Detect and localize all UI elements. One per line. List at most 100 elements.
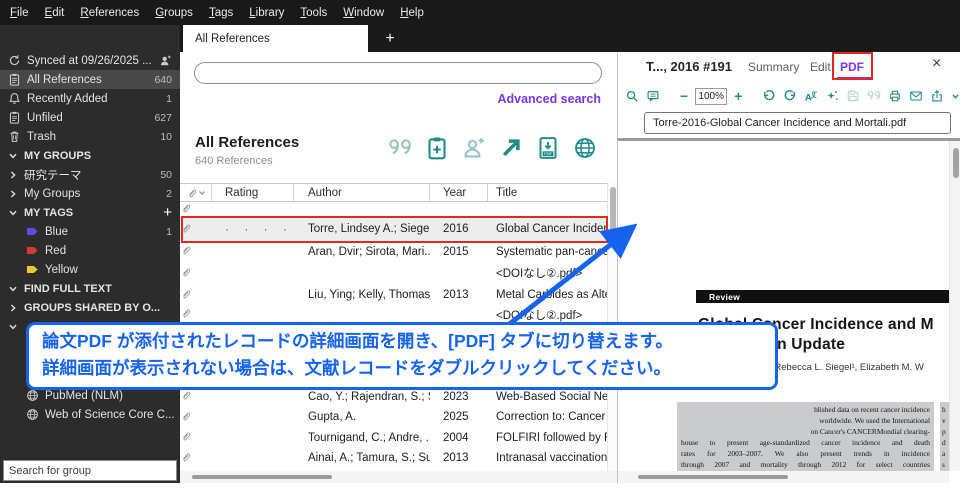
quote-icon[interactable] [388,136,412,160]
ai-icon[interactable] [825,89,839,103]
new-tab-button[interactable]: + [376,25,404,52]
mail-icon[interactable] [909,89,923,103]
sidebar-item-label: Recently Added [27,93,108,105]
redo-icon[interactable] [783,89,797,103]
reference-row[interactable]: <DOIなし②.pdf> [180,306,607,323]
reference-row[interactable]: Gupta, A. 2025 Correction to: Cancer [180,407,607,427]
chevron-down-icon [951,92,960,101]
column-title[interactable]: Title [488,184,607,201]
gear-icon[interactable] [900,59,915,74]
sidebar-item-my-groups[interactable]: My Groups2 [0,184,180,203]
comment-icon[interactable] [646,89,660,103]
menu-item-tags[interactable]: Tags [201,7,241,19]
sidebar-item-my-groups[interactable]: MY GROUPS [0,146,180,165]
globe-icon[interactable] [573,136,597,160]
printer-icon[interactable] [888,89,902,103]
chevron-down-icon [198,189,206,197]
reference-row[interactable]: Liu, Ying; Kelly, Thomas... 2013 Metal C… [180,284,607,306]
tab-pdf[interactable]: PDF [840,60,864,74]
sidebar-item-find-full-text[interactable]: FIND FULL TEXT [0,279,180,298]
sidebar-item-unfiled[interactable]: Unfiled627 [0,108,180,127]
chevron-down-icon[interactable] [8,322,18,332]
sidebar-item-my-tags[interactable]: MY TAGS + [0,203,180,222]
chevron-down-icon[interactable] [917,63,925,71]
chevron-down-icon[interactable] [8,284,18,294]
share-arrow-icon[interactable] [499,136,523,160]
close-icon[interactable]: × [932,55,941,73]
zoom-level-input[interactable]: 100% [695,88,727,105]
sidebar-item-recently-added[interactable]: Recently Added1 [0,89,180,108]
cell-title: Intranasal vaccination [488,452,607,464]
reference-row[interactable]: · · · · · Torre, Lindsey A.; Siege... 20… [180,217,607,241]
tab-all-references[interactable]: All References [183,25,368,52]
sidebar-item-yellow[interactable]: Yellow [0,260,180,279]
pdf-download-icon[interactable]: PDF [536,136,560,160]
zoom-out-button[interactable]: − [680,89,688,103]
sidebar-item-red[interactable]: Red [0,241,180,260]
tab-summary[interactable]: Summary [748,60,799,74]
undo-icon[interactable] [762,89,776,103]
group-search-input[interactable] [9,465,159,477]
scrollbar-thumb[interactable] [638,475,788,479]
sidebar-item-groups-shared-by-o[interactable]: GROUPS SHARED BY O... [0,298,180,317]
column-year[interactable]: Year [430,184,488,201]
sidebar-item-section[interactable]: 研究テーマ50 [0,165,180,184]
chevron-down-icon [933,119,942,128]
sidebar-item-label: MY TAGS [24,207,73,219]
simple-search-input[interactable] [203,67,580,79]
scrollbar-thumb[interactable] [192,475,332,479]
export-icon[interactable] [930,89,944,103]
person-plus-icon[interactable] [462,136,486,160]
sidebar-item-label: FIND FULL TEXT [24,283,112,295]
open-in-new-window-icon[interactable] [877,59,892,74]
sidebar-item-synced-at-09-26-2025[interactable]: Synced at 09/26/2025 ... [0,51,180,70]
scrollbar-thumb[interactable] [610,187,616,245]
menu-item-library[interactable]: Library [241,7,292,19]
zoom-in-button[interactable]: + [734,89,742,103]
reference-row[interactable]: <DOIなし②.pdf> [180,262,607,284]
horizontal-scrollbar[interactable] [180,471,617,483]
tab-edit[interactable]: Edit [810,60,831,74]
tag-icon [26,244,39,257]
cell-title: Correction to: Cancer [488,411,607,423]
reference-row[interactable]: Tournigand, C.; Andre, ... 2004 FOLFIRI … [180,427,607,448]
column-author[interactable]: Author [294,184,430,201]
sidebar-item-all-references[interactable]: All References640 [0,70,180,89]
reference-row[interactable]: Aran, Dvir; Sirota, Mari... 2015 Systema… [180,241,607,262]
sidebar-item-web-of-science-core-c[interactable]: Web of Science Core C... [0,405,180,424]
add-tag-button[interactable]: + [163,204,172,221]
chevron-down-icon[interactable] [8,151,18,161]
quote-icon[interactable] [867,89,881,103]
sidebar-item-label: MY GROUPS [24,150,91,162]
attachment-select[interactable]: Torre-2016-Global Cancer Incidence and M… [644,112,951,134]
magnifier-icon[interactable] [625,89,639,103]
menu-item-window[interactable]: Window [335,7,392,19]
column-rating[interactable]: Rating [212,184,294,201]
menu-item-groups[interactable]: Groups [147,7,201,19]
sidebar-item-label: Red [45,245,66,257]
clipboard-plus-icon[interactable] [425,136,449,160]
rating-dots: · · · · · [225,222,294,236]
column-attachment[interactable] [180,184,212,201]
chevron-down-icon[interactable] [8,208,18,218]
chevron-right-icon[interactable] [8,303,18,313]
advanced-search-link[interactable]: Advanced search [497,92,601,106]
reference-row[interactable] [180,202,607,217]
menu-item-tools[interactable]: Tools [292,7,335,19]
search-icon [159,465,171,477]
chevron-right-icon[interactable] [8,189,18,199]
translate-icon[interactable]: A [804,89,818,103]
reference-row[interactable]: Ainai, A.; Tamura, S.; Su... 2013 Intran… [180,448,607,468]
scrollbar-thumb[interactable] [953,148,959,178]
menu-item-references[interactable]: References [72,7,147,19]
chevron-right-icon[interactable] [8,170,18,180]
sidebar-item-trash[interactable]: Trash10 [0,127,180,146]
sidebar-item-blue[interactable]: Blue1 [0,222,180,241]
abstract-line: rates for 2003–2007. We also present tre… [681,448,930,459]
menu-item-edit[interactable]: Edit [37,7,73,19]
pdf-horizontal-scrollbar[interactable] [618,471,949,483]
menu-item-help[interactable]: Help [392,7,432,19]
menu-item-file[interactable]: File [2,7,37,19]
pdf-vertical-scrollbar[interactable] [949,141,960,471]
floppy-icon[interactable] [846,89,860,103]
